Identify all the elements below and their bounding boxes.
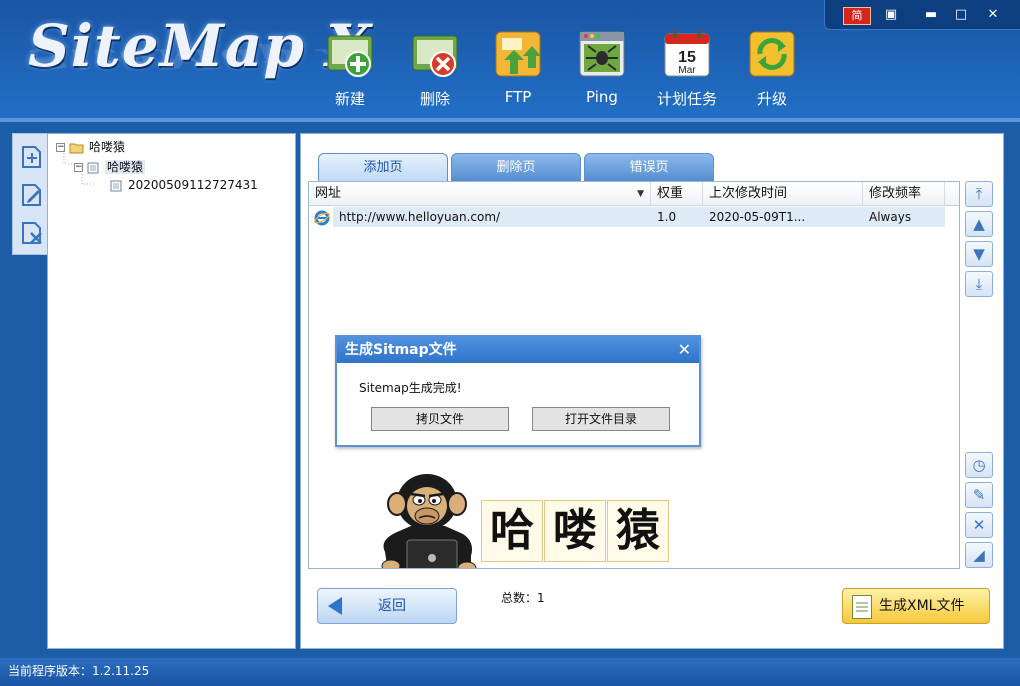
back-button-label: 返回	[378, 598, 406, 614]
status-bar: 当前程序版本：1.2.11.25	[0, 658, 1020, 686]
broom-icon: ◢	[973, 546, 985, 564]
header-bar: SiteMap X SiteMap X 简 ▣ ▬ □ ✕ 新建 删除 FTP …	[0, 0, 1020, 122]
dialog-message: Sitemap生成完成!	[359, 381, 462, 395]
tree-node-site-label: 哈喽猿	[105, 160, 146, 174]
toolbar-delete-button[interactable]: 删除	[395, 28, 475, 109]
edit-page-icon	[22, 184, 41, 206]
mascot-image	[375, 470, 483, 568]
move-bottom-button[interactable]: ⤓	[965, 271, 993, 297]
edit-project-button[interactable]	[19, 182, 45, 208]
main-panel: 添加页 删除页 错误页 网址 ▼ 权重 上次修改时间 修改频率 http://w…	[300, 133, 1004, 649]
tab-add-pages[interactable]: 添加页	[318, 153, 448, 183]
dialog-close-icon[interactable]: ✕	[678, 337, 691, 363]
toolbar-new-label: 新建	[334, 90, 365, 108]
restore-icon[interactable]: ▣	[881, 6, 901, 24]
close-button[interactable]: ✕	[983, 6, 1003, 24]
dialog-title: 生成Sitmap文件	[345, 342, 457, 358]
grid-header: 网址 ▼ 权重 上次修改时间 修改频率	[309, 182, 959, 206]
row-frequency: Always	[869, 210, 912, 224]
toolbar-ping-button[interactable]: Ping	[562, 28, 642, 106]
upgrade-refresh-icon	[746, 28, 798, 80]
project-tree: − 哈喽猿 − 哈喽猿 20200509112727431	[47, 133, 296, 649]
generate-xml-button[interactable]: 生成XML文件	[842, 588, 990, 624]
language-switch-button[interactable]: 简	[843, 7, 871, 25]
column-frequency[interactable]: 修改频率	[863, 182, 945, 206]
arrow-left-icon	[328, 597, 342, 615]
toolbar-ftp-button[interactable]: FTP	[478, 28, 558, 106]
window-controls: 简 ▣ ▬ □ ✕	[824, 0, 1020, 30]
calendar-icon: 15 Mar	[661, 28, 713, 80]
row-weight: 1.0	[657, 210, 677, 224]
delete-icon: ✕	[972, 516, 986, 534]
project-action-bar	[12, 133, 48, 255]
brand-char: 哈	[481, 500, 543, 562]
clear-button[interactable]: ◢	[965, 542, 993, 568]
toolbar-upgrade-button[interactable]: 升级	[732, 28, 812, 109]
move-down-button[interactable]: ▼	[965, 241, 993, 267]
total-count: 总数：1	[501, 591, 545, 605]
calendar-day: 15	[678, 49, 696, 66]
row-url: http://www.helloyuan.com/	[339, 210, 501, 224]
toolbar-ping-label: Ping	[586, 88, 618, 106]
arrow-down-icon: ▼	[973, 245, 985, 263]
move-up-button[interactable]: ▲	[965, 211, 993, 237]
sitemap-complete-dialog: 生成Sitmap文件 ✕ Sitemap生成完成! 拷贝文件 打开文件目录	[335, 335, 701, 447]
tab-deleted-pages[interactable]: 删除页	[451, 153, 581, 183]
toolbar-schedule-button[interactable]: 15 Mar 计划任务	[647, 28, 727, 109]
column-url[interactable]: 网址 ▼	[309, 182, 651, 206]
generate-xml-label: 生成XML文件	[879, 598, 965, 614]
new-project-icon	[324, 28, 376, 80]
toolbar-schedule-label: 计划任务	[656, 90, 717, 108]
xml-document-icon	[852, 595, 872, 619]
schedule-button[interactable]: ◷	[965, 452, 993, 478]
column-url-label: 网址	[315, 186, 342, 201]
url-grid: 网址 ▼ 权重 上次修改时间 修改频率 http://www.helloyuan…	[308, 181, 960, 569]
move-top-button[interactable]: ⤒	[965, 181, 993, 207]
minimize-button[interactable]: ▬	[921, 6, 941, 24]
column-weight[interactable]: 权重	[651, 182, 703, 206]
sitemap-file-icon	[110, 180, 122, 191]
delete-row-button[interactable]: ✕	[965, 512, 993, 538]
move-bottom-icon: ⤓	[975, 275, 983, 293]
calendar-month: Mar	[678, 65, 696, 76]
brand-char: 喽	[544, 500, 606, 562]
tree-connector-lines	[63, 150, 96, 185]
delete-page-icon	[22, 222, 42, 244]
back-button[interactable]: 返回	[317, 588, 457, 624]
clock-icon: ◷	[972, 456, 986, 474]
dialog-title-bar: 生成Sitmap文件 ✕	[337, 337, 699, 363]
toolbar-ftp-label: FTP	[504, 88, 532, 106]
brand-char: 猿	[607, 500, 669, 562]
ie-browser-icon	[314, 210, 330, 226]
tree-node-sitemap[interactable]: 20200509112727431	[98, 178, 258, 192]
ping-spider-icon	[576, 28, 628, 80]
row-modified: 2020-05-09T1...	[709, 210, 806, 224]
tab-error-pages[interactable]: 错误页	[584, 153, 714, 183]
add-page-icon	[22, 146, 41, 168]
edit-row-button[interactable]: ✎	[965, 482, 993, 508]
maximize-button[interactable]: □	[951, 6, 971, 24]
open-directory-button[interactable]: 打开文件目录	[532, 407, 670, 431]
arrow-up-icon: ▲	[973, 215, 985, 233]
ftp-upload-icon	[492, 28, 544, 80]
toolbar-upgrade-label: 升级	[756, 90, 787, 108]
column-modified[interactable]: 上次修改时间	[703, 182, 863, 206]
tree-node-sitemap-label: 20200509112727431	[128, 178, 258, 192]
sort-dropdown-icon[interactable]: ▼	[637, 182, 644, 206]
toolbar-delete-label: 删除	[419, 90, 450, 108]
delete-project-button[interactable]	[19, 220, 45, 246]
pencil-icon: ✎	[972, 486, 986, 504]
add-project-button[interactable]	[19, 144, 45, 170]
delete-project-icon	[409, 28, 461, 80]
toolbar-new-button[interactable]: 新建	[310, 28, 390, 109]
move-top-icon: ⤒	[975, 185, 983, 203]
copy-file-button[interactable]: 拷贝文件	[371, 407, 509, 431]
table-row[interactable]: http://www.helloyuan.com/ 1.0 2020-05-09…	[333, 207, 945, 227]
